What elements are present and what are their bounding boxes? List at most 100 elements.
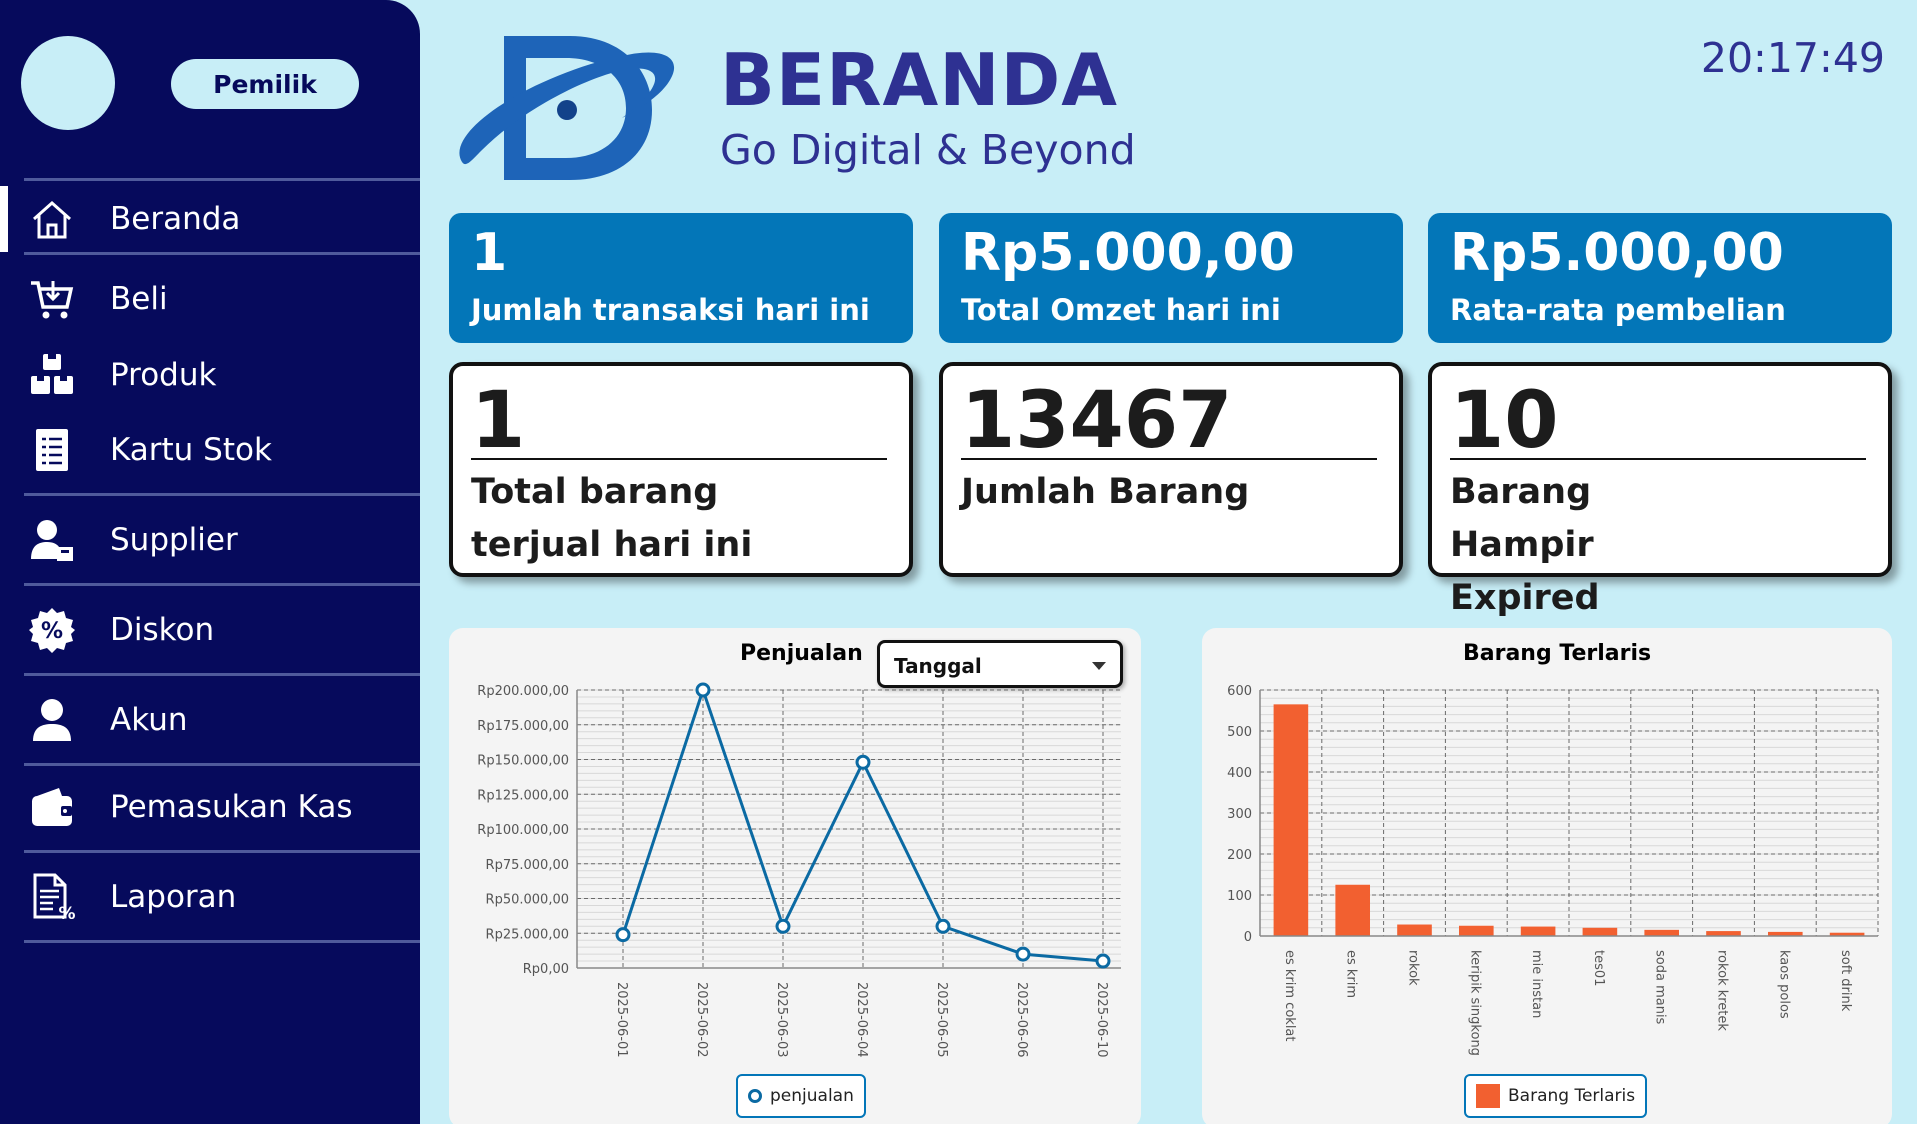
divider <box>24 583 420 586</box>
divider <box>24 673 420 676</box>
stat-card-sold-today: 1 Total barang terjual hari ini <box>449 362 913 577</box>
divider <box>24 763 420 766</box>
stat-label: Total barang terjual hari ini <box>471 472 753 565</box>
bar <box>1397 924 1432 936</box>
sidebar-item-laporan[interactable]: % Laporan <box>0 864 420 930</box>
stat-card-near-expired: 10 Barang Hampir Expired <box>1428 362 1892 618</box>
svg-text:%: % <box>41 619 63 644</box>
stat-value: 13467 <box>961 376 1233 466</box>
role-badge: Pemilik <box>171 59 359 109</box>
sidebar-item-pemasukan-kas[interactable]: Pemasukan Kas <box>0 774 420 840</box>
data-point <box>615 927 631 943</box>
sidebar-item-akun[interactable]: Akun <box>0 687 420 753</box>
svg-text:%: % <box>58 904 75 921</box>
sidebar-item-label: Pemasukan Kas <box>110 789 353 825</box>
stat-label: Barang Hampir Expired <box>1450 472 1600 618</box>
data-point <box>695 682 711 698</box>
stat-card-transactions: 1 Jumlah transaksi hari ini <box>449 213 913 343</box>
x-tick-label: soda manis <box>1653 950 1668 1025</box>
boxes-icon <box>28 351 76 399</box>
sidebar-item-produk[interactable]: Produk <box>0 342 420 408</box>
divider <box>1450 458 1866 460</box>
x-tick-label: 2025-06-03 <box>774 982 789 1058</box>
y-tick-label: Rp175.000,00 <box>477 719 569 734</box>
y-tick-label: Rp25.000,00 <box>486 927 569 942</box>
data-point <box>855 754 871 770</box>
x-tick-label: keripik singkong <box>1467 950 1482 1056</box>
x-tick-label: 2025-06-06 <box>1014 982 1029 1058</box>
legend-label: penjualan <box>770 1086 854 1106</box>
x-tick-label: kaos polos <box>1776 950 1791 1019</box>
sidebar-item-supplier[interactable]: Supplier <box>0 507 420 573</box>
x-tick-label: 2025-06-10 <box>1094 982 1109 1058</box>
divider <box>24 178 420 181</box>
bar <box>1644 929 1680 936</box>
y-tick-label: 500 <box>1227 725 1252 740</box>
sidebar-item-beranda[interactable]: Beranda <box>0 186 420 252</box>
stat-card-omzet: Rp5.000,00 Total Omzet hari ini <box>939 213 1403 343</box>
data-point <box>1015 946 1031 962</box>
sidebar-item-label: Beli <box>110 281 168 317</box>
y-tick-label: Rp75.000,00 <box>486 858 569 873</box>
stat-value: 1 <box>471 376 526 466</box>
wallet-icon <box>28 783 76 831</box>
bar <box>1335 884 1371 936</box>
page-subtitle: Go Digital & Beyond <box>720 126 1136 174</box>
sidebar-item-label: Kartu Stok <box>110 432 272 468</box>
go-digital-logo-icon <box>452 30 682 184</box>
sales-line-chart: Rp0,00 Rp25.000,00 Rp50.000,00 Rp75.000,00 R… <box>477 682 1121 1058</box>
stat-label: Jumlah Barang <box>961 472 1250 512</box>
y-tick-label: 400 <box>1227 766 1252 781</box>
x-tick-label: rokok <box>1406 950 1421 986</box>
x-tick-label: es krim <box>1344 950 1359 998</box>
y-tick-label: Rp50.000,00 <box>486 893 569 908</box>
user-icon <box>28 696 76 744</box>
legend-label: Barang Terlaris <box>1508 1086 1636 1106</box>
stat-label: Total Omzet hari ini <box>961 293 1281 327</box>
stat-value: Rp5.000,00 <box>1450 223 1784 283</box>
y-tick-label: 0 <box>1244 930 1252 945</box>
y-tick-label: 100 <box>1227 889 1252 904</box>
x-tick-label: rokok kretek <box>1715 950 1730 1031</box>
sidebar-item-label: Beranda <box>110 201 241 237</box>
y-tick-label: Rp0,00 <box>523 962 569 977</box>
divider <box>961 458 1377 460</box>
stock-card-icon <box>28 426 76 474</box>
data-point <box>775 918 791 934</box>
sidebar-item-diskon[interactable]: % Diskon <box>0 597 420 663</box>
stat-label: Jumlah transaksi hari ini <box>471 293 870 327</box>
sidebar-item-label: Diskon <box>110 612 215 648</box>
x-tick-label: 2025-06-02 <box>694 982 709 1058</box>
sidebar-item-label: Laporan <box>110 879 237 915</box>
x-tick-label: 2025-06-05 <box>934 982 949 1058</box>
y-tick-label: 600 <box>1227 684 1252 699</box>
divider <box>24 940 420 943</box>
divider <box>24 252 420 255</box>
sidebar-item-label: Akun <box>110 702 188 738</box>
cart-icon <box>28 275 76 323</box>
y-tick-label: 200 <box>1227 848 1252 863</box>
stat-card-total-items: 13467 Jumlah Barang <box>939 362 1403 577</box>
stat-value: 1 <box>471 223 508 283</box>
stat-label: Rata-rata pembelian <box>1450 293 1786 327</box>
sidebar-item-beli[interactable]: Beli <box>0 266 420 332</box>
report-icon: % <box>28 873 76 921</box>
y-tick-label: Rp150.000,00 <box>477 754 569 769</box>
supplier-icon <box>28 516 76 564</box>
clock: 20:17:49 <box>1700 34 1885 82</box>
bar <box>1273 704 1309 936</box>
data-point <box>935 918 951 934</box>
y-tick-label: Rp125.000,00 <box>477 788 569 803</box>
x-tick-label: soft drink <box>1838 950 1853 1012</box>
stat-value: Rp5.000,00 <box>961 223 1295 283</box>
legend-marker <box>1476 1084 1500 1108</box>
avatar[interactable] <box>21 36 115 130</box>
divider <box>24 850 420 853</box>
page-title: BERANDA <box>720 38 1118 122</box>
y-tick-label: 300 <box>1227 807 1252 822</box>
sidebar-item-kartu-stok[interactable]: Kartu Stok <box>0 417 420 483</box>
x-tick-label: 2025-06-04 <box>854 982 869 1058</box>
stat-card-average: Rp5.000,00 Rata-rata pembelian <box>1428 213 1892 343</box>
data-point <box>1095 953 1111 969</box>
bar <box>1520 926 1556 936</box>
